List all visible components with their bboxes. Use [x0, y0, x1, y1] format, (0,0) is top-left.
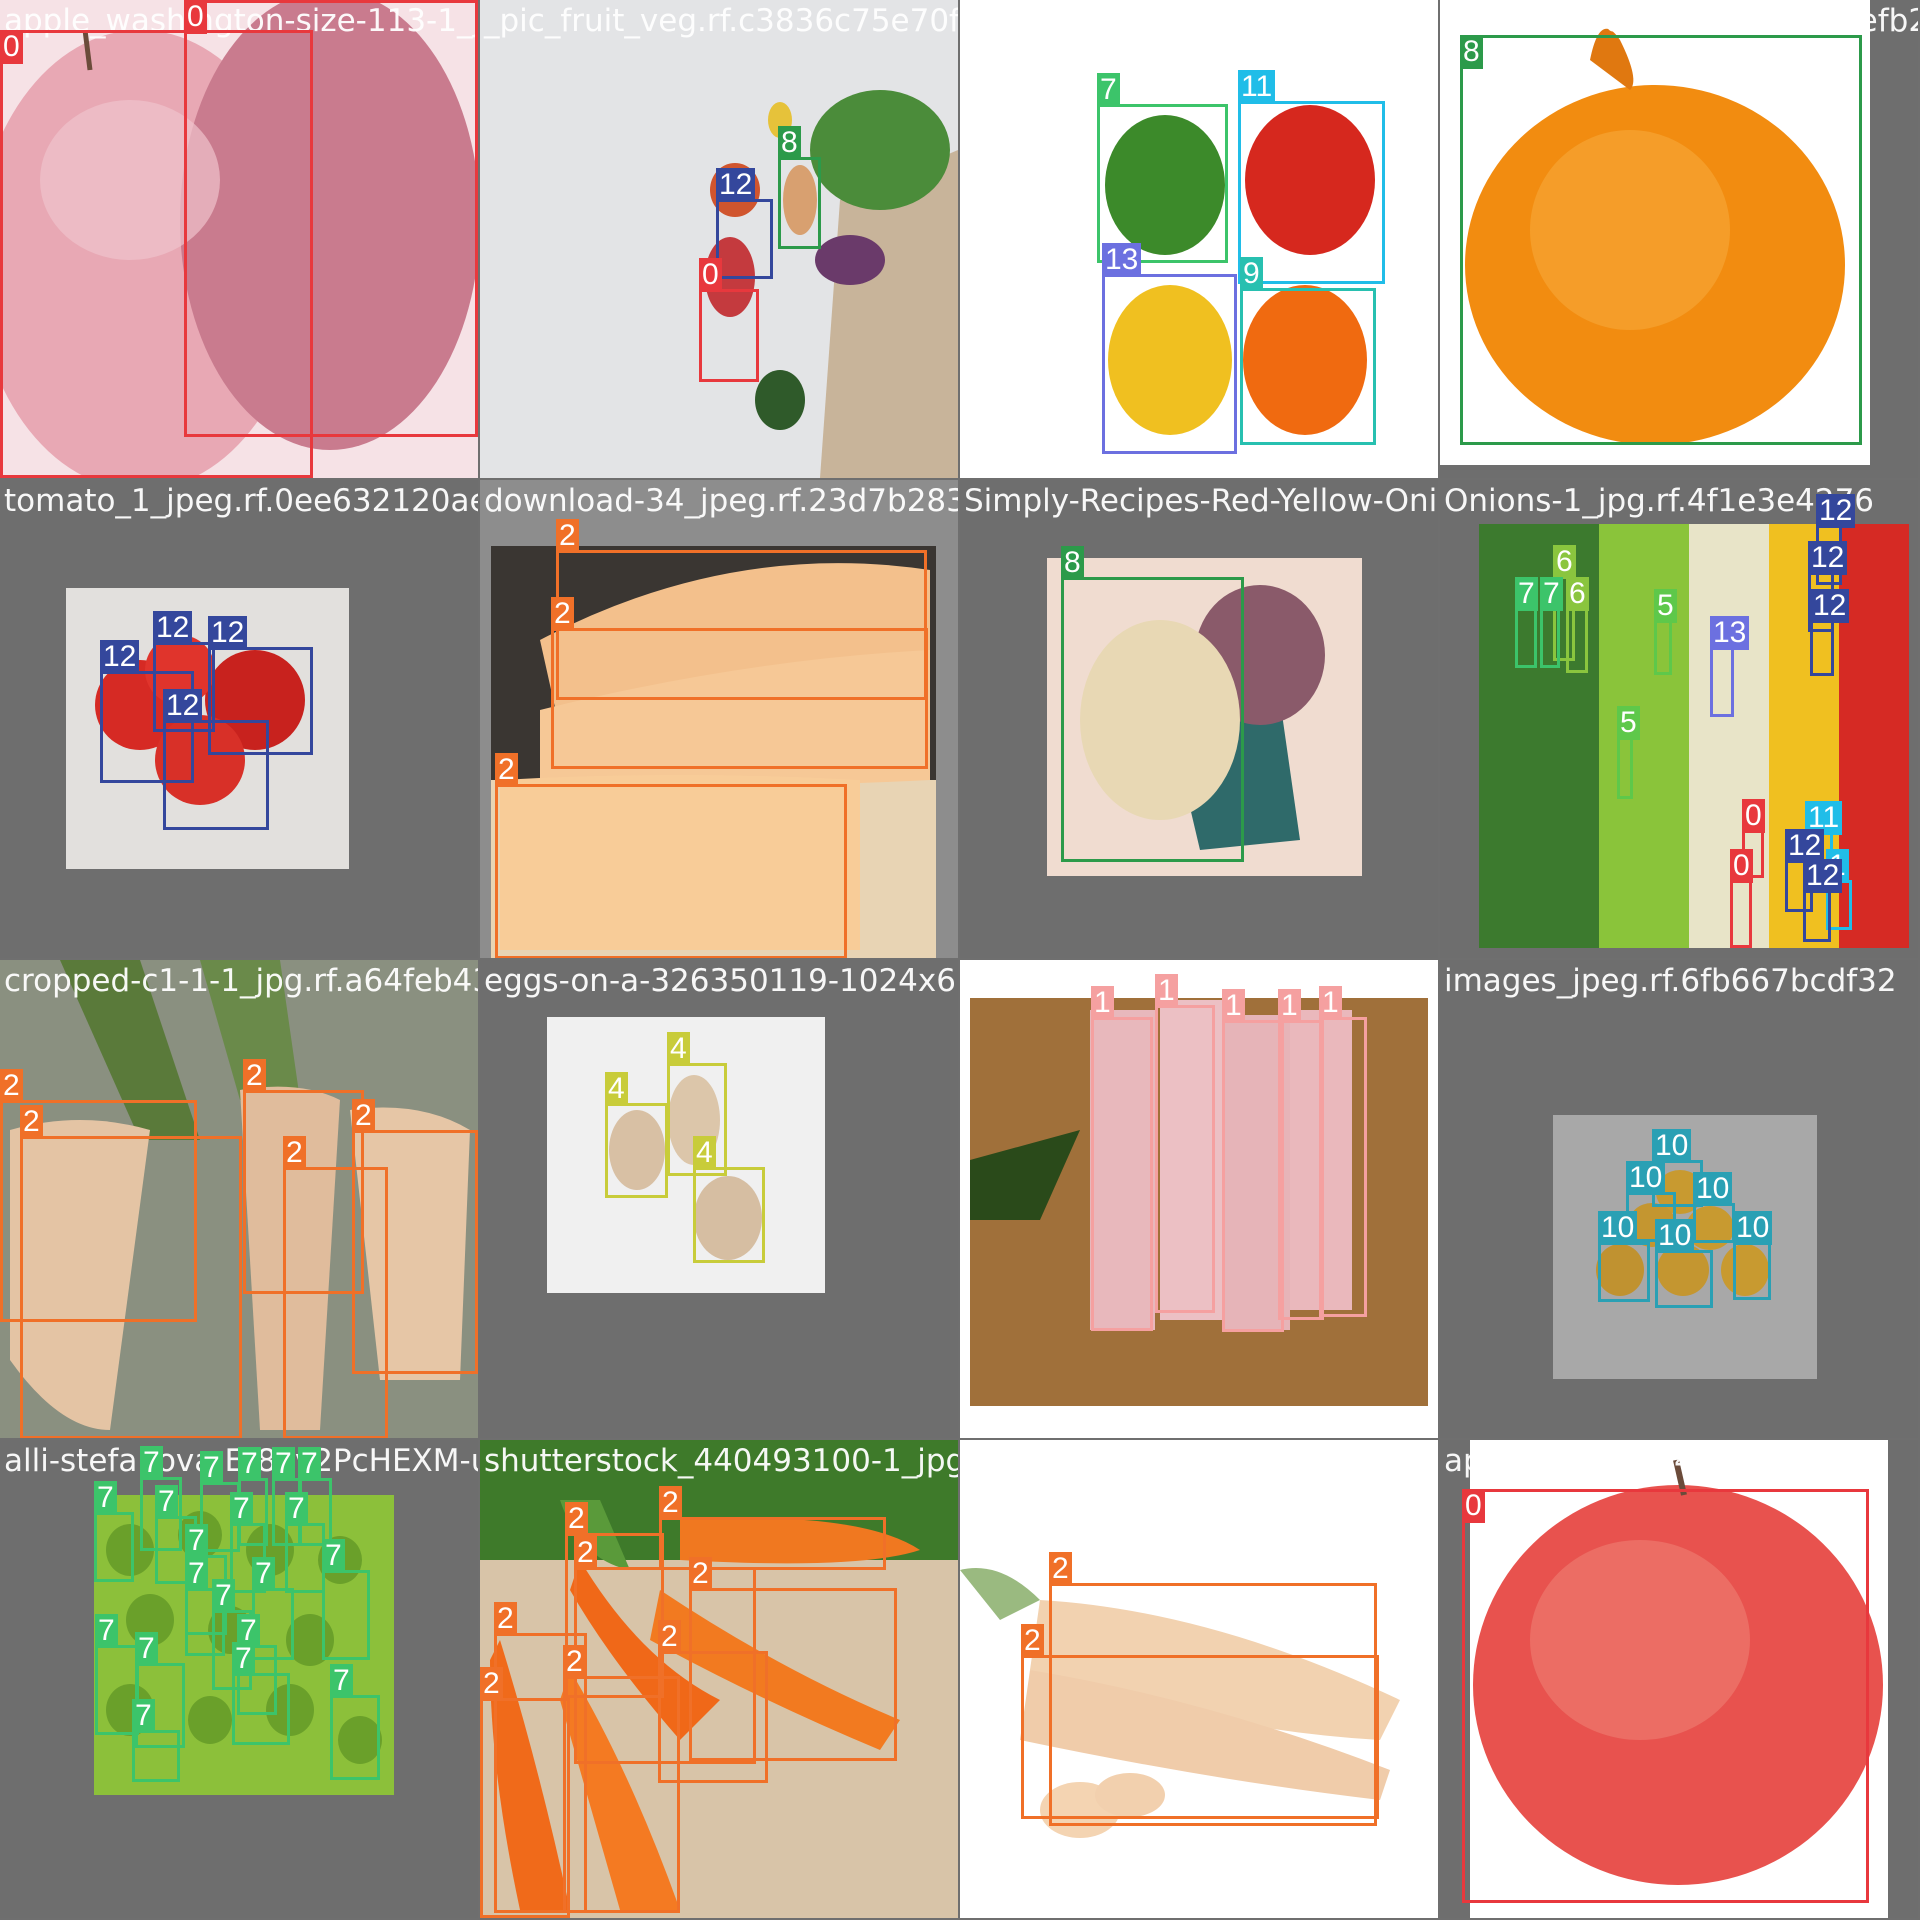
bbox-class-7: 7: [322, 1539, 370, 1660]
bbox-class-8: 8: [778, 126, 821, 249]
bbox-class-10: 10: [1655, 1219, 1713, 1308]
bbox-class-0: 0: [184, 0, 478, 437]
bbox-class-2: 2: [480, 1667, 570, 1918]
bbox-class-7: 7: [232, 1642, 290, 1745]
bbox-class-1: 1: [1222, 989, 1284, 1332]
tile-carrots-wood[interactable]: shutterstock_440493100-1_jpg.rf. 2 2 2 2…: [480, 1440, 958, 1918]
tile-eggs[interactable]: eggs-on-a-326350119-1024x681_jpg.rf 4 4 …: [480, 960, 958, 1438]
tile-peppers[interactable]: asst-0PUoXmsC3QDo-unsplash_jpg.rf. 7 11 …: [960, 0, 1438, 478]
bbox-class-12: 12: [1803, 859, 1843, 942]
tile-tomatoes[interactable]: tomato_1_jpeg.rf.0ee632120ae8fb2df834363…: [0, 480, 478, 958]
bbox-class-2: 2: [551, 597, 928, 769]
tile-pale-carrots[interactable]: download-3-_jpeg.rf.04cdcc5a1d5624fabd62…: [960, 1440, 1438, 1918]
bbox-class-1: 1: [1091, 986, 1153, 1331]
tile-carrots-closeup[interactable]: download-34_jpeg.rf.23d7b28361932f8fb3e7…: [480, 480, 958, 958]
bbox-class-7: 7: [1540, 577, 1563, 668]
bbox-class-13: 13: [1710, 616, 1750, 717]
bbox-class-4: 4: [605, 1072, 668, 1198]
bbox-class-12: 12: [163, 689, 269, 830]
tile-carrot-bunch[interactable]: cropped-c1-1-1_jpg.rf.a64feb43f0964848 2…: [0, 960, 478, 1438]
bbox-class-9: 9: [1240, 257, 1376, 445]
bbox-class-8: 8: [1460, 35, 1862, 445]
bbox-class-4: 4: [693, 1136, 765, 1263]
bbox-class-2: 2: [352, 1099, 478, 1374]
bbox-class-10: 10: [1598, 1211, 1650, 1302]
bbox-class-0: 0: [1730, 849, 1753, 948]
bbox-class-7: 7: [285, 1492, 325, 1593]
tile-veg-spread[interactable]: _pic_fruit_veg.rf.c3836c75e70f16f685ea2d…: [480, 0, 958, 478]
tile-market-produce[interactable]: Onions-1_jpg.rf.4f1e3e4276 6 7 7 6 5 13 …: [1440, 480, 1918, 958]
bbox-class-10: 10: [1693, 1172, 1735, 1243]
bbox-class-2: 2: [20, 1105, 242, 1438]
bbox-class-12: 12: [1810, 589, 1850, 676]
bbox-class-0: 0: [699, 258, 759, 382]
bbox-class-5: 5: [1654, 589, 1677, 675]
bbox-class-7: 7: [1515, 577, 1538, 668]
bbox-class-5: 5: [1617, 706, 1640, 799]
bbox-class-7: 7: [132, 1699, 180, 1782]
bbox-class-1: 1: [1278, 989, 1324, 1320]
bbox-class-7: 7: [330, 1664, 380, 1780]
bbox-class-2: 2: [563, 1645, 680, 1913]
bbox-class-8: 8: [1061, 546, 1244, 862]
bbox-class-6: 6: [1566, 577, 1589, 673]
tile-potatoes[interactable]: images_jpeg.rf.6fb667bcdf32 10 10 10 10 …: [1440, 960, 1918, 1438]
bbox-class-7: 7: [1097, 73, 1228, 263]
bbox-class-10: 10: [1733, 1211, 1773, 1300]
tile-apple-pair[interactable]: apple_washington-size-113-1_jpg.rf.0... …: [0, 0, 478, 478]
batch-mosaic: apple_washington-size-113-1_jpg.rf.0... …: [0, 0, 1920, 1920]
bbox-class-12: 12: [716, 168, 773, 279]
bbox-class-1: 1: [1319, 986, 1367, 1317]
tile-onion[interactable]: sebastian-unsplash_jpg.rf.fefb2ee4855 8: [1440, 0, 1918, 478]
tile-green-peppers[interactable]: alli-stefanova-Er8yv2PcHEXM-unsplash_jpg…: [0, 1440, 478, 1918]
tile-onions-recipe[interactable]: Simply-Recipes-Red-Yellow-Onions-PT-305e…: [960, 480, 1438, 958]
bbox-class-0: 0: [1462, 1489, 1869, 1903]
tile-beef-slices[interactable]: istock-photo-1701335172-1024x1024_jpg.rf…: [960, 960, 1438, 1438]
bbox-class-7: 7: [94, 1481, 134, 1582]
bbox-class-1: 1: [1155, 974, 1215, 1313]
tile-apple-single[interactable]: apple_jpg.rf.db4b7a794ebd 0: [1440, 1440, 1918, 1918]
bbox-class-2: 2: [1021, 1624, 1379, 1819]
bbox-class-13: 13: [1102, 243, 1237, 454]
bbox-class-2: 2: [495, 753, 847, 958]
